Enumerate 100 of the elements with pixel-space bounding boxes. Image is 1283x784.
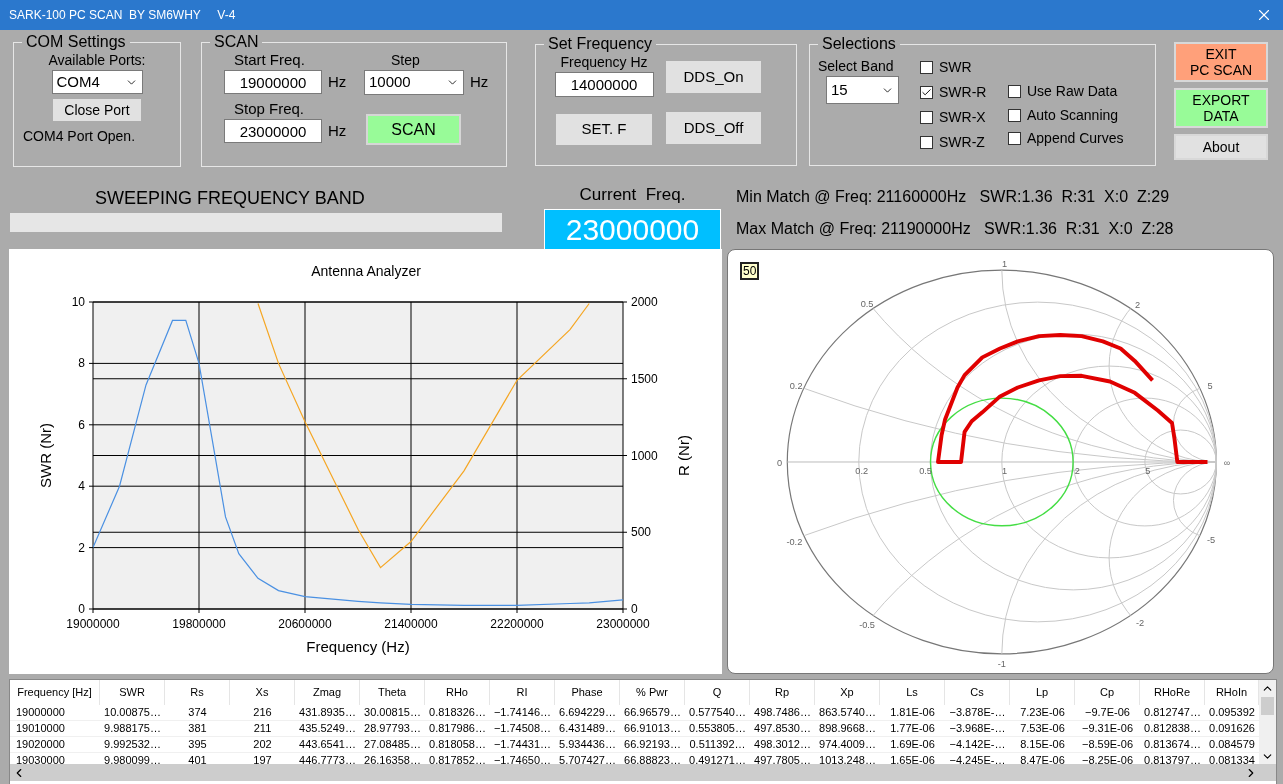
checkbox[interactable]: [1008, 132, 1021, 146]
table-cell-text: −1.74146…: [492, 705, 553, 720]
checkbox-label: SWR-Z: [939, 133, 985, 152]
scan-button[interactable]: SCAN: [366, 114, 461, 145]
table-cell-text: 0.818326…: [428, 705, 487, 720]
table-cell-text: 216: [252, 705, 273, 720]
column-header[interactable]: RHo: [425, 680, 490, 705]
grid-label: 0.2: [789, 381, 803, 392]
checkbox-label: Append Curves: [1027, 129, 1124, 149]
checkbox[interactable]: [920, 86, 933, 99]
action-button[interactable]: About: [1174, 134, 1268, 160]
match-text: Min Match @ Freq: 21160000Hz SWR:1.36 R:31 X:0 Z:29: [736, 187, 1171, 207]
table-cell-text: −9.7E-06: [1084, 705, 1131, 720]
grid-label: 2: [1135, 299, 1141, 310]
badge: 50: [740, 262, 760, 280]
column-header[interactable]: Lp: [1010, 680, 1075, 705]
column-header[interactable]: Xp: [815, 680, 880, 705]
table-cell-text: 497.7805…: [753, 753, 812, 768]
column-header[interactable]: Xs: [230, 680, 295, 705]
table-cell-text: 0.813797…: [1143, 753, 1202, 768]
column-header[interactable]: Cs: [945, 680, 1010, 705]
table-cell-text: 443.6541…: [298, 737, 357, 752]
vertical-scrollbar[interactable]: [1259, 680, 1276, 765]
tick-label: 2: [78, 540, 85, 555]
grid-label: 0.2: [855, 465, 869, 476]
group-title: COM Settings: [25, 33, 127, 51]
checkbox-label: SWR-X: [939, 108, 986, 127]
column-header[interactable]: Q: [685, 680, 750, 705]
button[interactable]: DDS_On: [666, 61, 761, 93]
group-title: Set Frequency: [547, 35, 654, 53]
table-cell-text: 19030000: [15, 753, 66, 768]
window-title: SARK-100 PC SCAN BY SM6WHY V-4: [9, 7, 236, 24]
column-header[interactable]: Zmag: [295, 680, 360, 705]
action-button[interactable]: EXPORT DATA: [1174, 88, 1268, 128]
checkbox[interactable]: [920, 111, 933, 124]
column-header[interactable]: Theta: [360, 680, 425, 705]
checkbox-label: SWR: [939, 58, 972, 77]
dropdown[interactable]: COM4: [51, 70, 143, 94]
table-cell-text: 10.00875…: [103, 705, 162, 720]
field-label: Available Ports:: [48, 51, 146, 69]
tick-label: 23000000: [596, 617, 650, 631]
column-header[interactable]: SWR: [100, 680, 165, 705]
checkbox[interactable]: [1008, 85, 1021, 99]
table-cell-text: 197: [252, 753, 273, 768]
input-field[interactable]: 19000000: [224, 70, 322, 94]
table-cell-text: 0.812747…: [1143, 705, 1202, 720]
table-cell-text: −8.25E-06: [1080, 753, 1135, 768]
field-label: Frequency Hz: [560, 53, 648, 71]
tick-label: 19000000: [66, 617, 120, 631]
column-header[interactable]: Ls: [880, 680, 945, 705]
checkbox[interactable]: [920, 61, 933, 74]
table-cell-text: 431.8935…: [298, 705, 357, 720]
checkbox[interactable]: [1008, 108, 1021, 122]
table-cell-text: 0.817986…: [428, 721, 487, 736]
table-cell-text: 395: [187, 737, 208, 752]
scroll-thumb[interactable]: [1261, 697, 1274, 715]
table-cell-text: 211: [252, 721, 273, 736]
input-field[interactable]: 14000000: [554, 72, 654, 97]
grid-label: 0.5: [860, 298, 874, 309]
button[interactable]: SET. F: [556, 114, 652, 145]
table-cell-text: 498.7486…: [753, 705, 812, 720]
table-cell-text: 1.77E-06: [889, 721, 936, 736]
axis-title: Frequency (Hz): [306, 638, 410, 655]
checkbox[interactable]: [920, 136, 933, 149]
table-cell-text: 863.5740…: [818, 705, 877, 720]
grid-label: 5: [1145, 465, 1151, 476]
table-cell-text: 66.88823…: [623, 753, 682, 768]
table-cell-text: 5.934436…: [558, 737, 617, 752]
grid-label: 1: [1002, 258, 1008, 269]
column-header[interactable]: Frequency [Hz]: [10, 680, 100, 705]
table-cell-text: 6.694229…: [558, 705, 617, 720]
column-header[interactable]: Rp: [750, 680, 815, 705]
table-cell-text: 435.5249…: [298, 721, 357, 736]
button[interactable]: DDS_Off: [666, 112, 761, 144]
unit-label: Hz: [470, 72, 489, 93]
dropdown[interactable]: 10000: [364, 70, 464, 95]
button[interactable]: Close Port: [53, 99, 141, 121]
column-header[interactable]: RHoRe: [1140, 680, 1205, 705]
checkbox-label: SWR-R: [939, 83, 987, 102]
group-title: SCAN: [213, 33, 260, 51]
action-button[interactable]: EXIT PC SCAN: [1174, 42, 1268, 82]
table-cell-text: −4.142E-…: [948, 737, 1007, 752]
horizontal-scrollbar[interactable]: [10, 764, 1276, 781]
column-header[interactable]: RI: [490, 680, 555, 705]
dropdown[interactable]: 15: [826, 76, 899, 104]
column-header[interactable]: Cp: [1075, 680, 1140, 705]
table-cell-text: 498.3012…: [753, 737, 812, 752]
input-field[interactable]: 23000000: [224, 119, 322, 143]
table-cell-text: 374: [187, 705, 208, 720]
table-cell-text: 8.47E-06: [1019, 753, 1066, 768]
table-cell-text: 0.813674…: [1143, 737, 1202, 752]
table-cell-text: 446.7773…: [298, 753, 357, 768]
column-header[interactable]: Phase: [555, 680, 620, 705]
table-cell-text: −1.74431…: [492, 737, 553, 752]
table-cell-text: 9.988175…: [103, 721, 162, 736]
group-title: Selections: [821, 35, 897, 53]
field-label: Start Freq.: [234, 51, 306, 69]
table-cell-text: 7.53E-06: [1019, 721, 1066, 736]
column-header[interactable]: Rs: [165, 680, 230, 705]
column-header[interactable]: % Pwr: [620, 680, 685, 705]
